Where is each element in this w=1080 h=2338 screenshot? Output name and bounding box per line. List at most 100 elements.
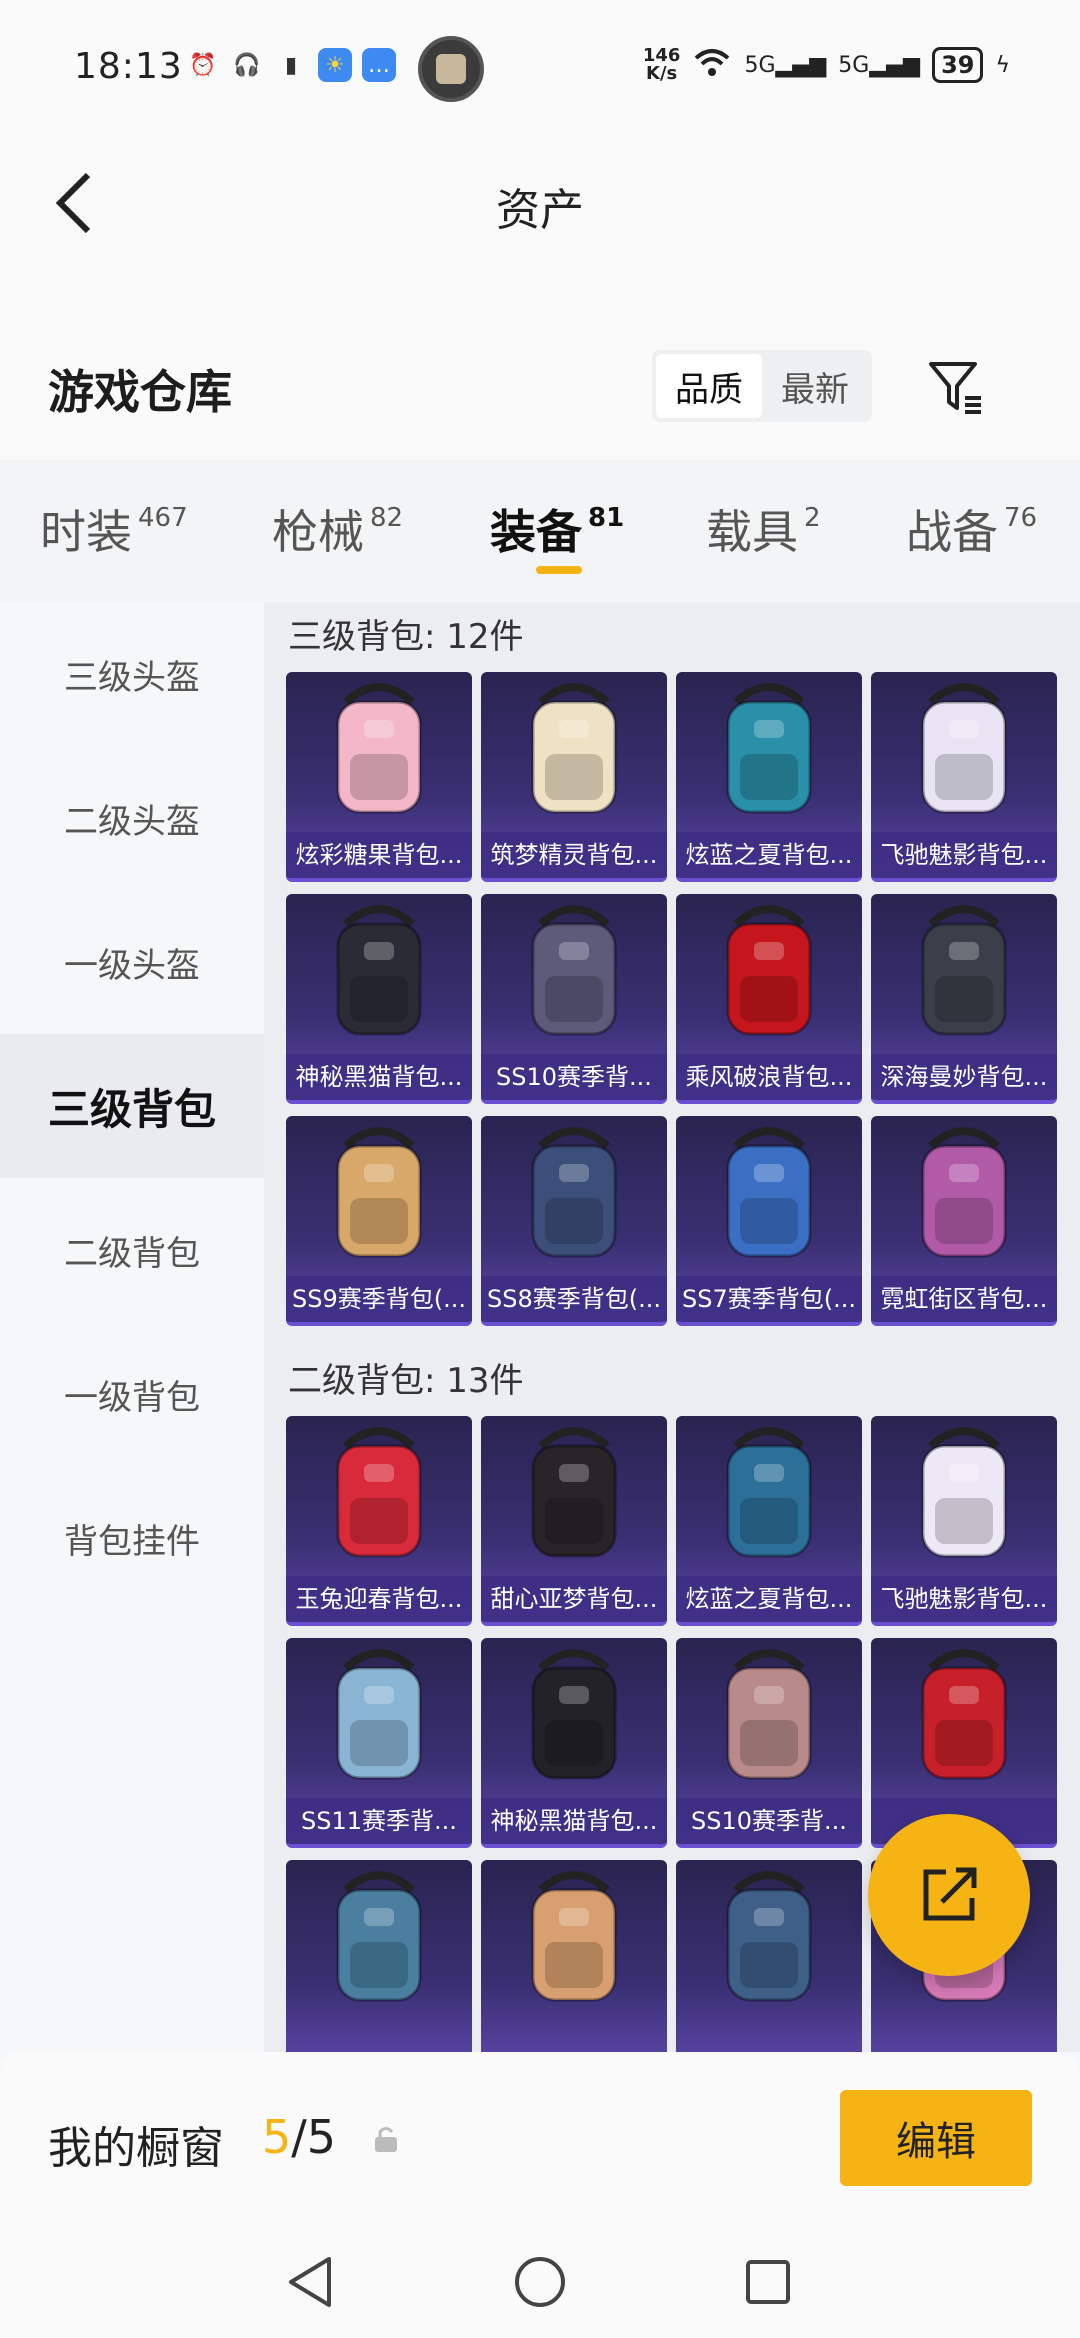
battery-saver-icon: ▮: [284, 52, 298, 78]
group-title: 三级背包: 12件: [288, 617, 524, 657]
item-name: 甜心亚梦背包...: [481, 1576, 667, 1622]
showcase-label: 我的橱窗: [48, 2123, 224, 2174]
item-name: 神秘黑猫背包...: [481, 1798, 667, 1844]
item-card[interactable]: [676, 1860, 862, 2052]
backpack-icon: [726, 1649, 812, 1780]
backpack-icon: [726, 1427, 812, 1558]
item-name: SS8赛季背包(...: [481, 1276, 667, 1322]
tab-fashion[interactable]: 时装 467: [40, 496, 188, 562]
system-nav-bar: [0, 2228, 1080, 2338]
tab-vehicles[interactable]: 载具 2: [706, 496, 821, 562]
message-icon: …: [362, 48, 396, 82]
item-card[interactable]: SS10赛季背...: [481, 894, 667, 1104]
tab-guns[interactable]: 枪械 82: [272, 496, 403, 562]
item-card[interactable]: SS10赛季背...: [676, 1638, 862, 1848]
filter-icon: [929, 362, 981, 414]
tab-equipment[interactable]: 装备 81: [490, 496, 624, 562]
category-tabs: 时装 467 枪械 82 装备 81 载具 2 战备 76: [0, 460, 1080, 602]
item-card[interactable]: 深海曼妙背包...: [871, 894, 1057, 1104]
backpack-icon: [921, 1127, 1007, 1258]
item-name: 霓虹街区背包...: [871, 1276, 1057, 1322]
item-card[interactable]: 飞驰魅影背包...: [871, 1416, 1057, 1626]
status-time: 18:13: [74, 46, 183, 87]
showcase-count: 5/5: [262, 2110, 337, 2164]
status-bar: 18:13 ⏰ 🎧 ▮ ☀ … 146 K/s 5G▂▄▆ 5G▂▄▆ 39 ϟ: [0, 0, 1080, 130]
nav-home-button[interactable]: [510, 2252, 570, 2312]
item-card[interactable]: 炫蓝之夏背包...: [676, 672, 862, 882]
item-card[interactable]: 玉兔迎春背包...: [286, 1416, 472, 1626]
sidebar-item-helmet-3[interactable]: 三级头盔: [0, 602, 264, 746]
wifi-icon: [692, 46, 732, 84]
item-name: 深海曼妙背包...: [871, 1054, 1057, 1100]
backpack-icon: [336, 1871, 422, 2002]
nav-back-button[interactable]: [280, 2252, 340, 2312]
filter-button[interactable]: [920, 352, 990, 420]
item-card[interactable]: 乘风破浪背包...: [676, 894, 862, 1104]
header: 资产: [0, 130, 1080, 280]
backpack-icon: [726, 905, 812, 1036]
item-card[interactable]: 筑梦精灵背包...: [481, 672, 667, 882]
share-icon: [923, 1867, 977, 1921]
sidebar-item-pendant[interactable]: 背包挂件: [0, 1466, 264, 1610]
sidebar-item-backpack-1[interactable]: 一级背包: [0, 1322, 264, 1466]
item-name: SS11赛季背...: [286, 1798, 472, 1844]
triangle-back-icon: [289, 2257, 331, 2307]
share-button[interactable]: [868, 1814, 1030, 1976]
showcase-bar: 我的橱窗 5/5 编辑: [0, 2052, 1080, 2228]
tab-supplies[interactable]: 战备 76: [906, 496, 1037, 562]
item-name: 筑梦精灵背包...: [481, 832, 667, 878]
backpack-icon: [531, 905, 617, 1036]
headphones-icon: 🎧: [233, 52, 261, 78]
charging-icon: ϟ: [995, 52, 1010, 78]
backpack-icon: [726, 1127, 812, 1258]
backpack-icon: [336, 1649, 422, 1780]
backpack-icon: [531, 1427, 617, 1558]
backpack-icon: [531, 1649, 617, 1780]
backpack-icon: [531, 1127, 617, 1258]
backpack-icon: [921, 1427, 1007, 1558]
nav-recents-button[interactable]: [738, 2252, 798, 2312]
item-card[interactable]: 炫蓝之夏背包...: [676, 1416, 862, 1626]
item-card[interactable]: 甜心亚梦背包...: [481, 1416, 667, 1626]
edit-button[interactable]: 编辑: [840, 2090, 1032, 2186]
item-name: SS9赛季背包(...: [286, 1276, 472, 1322]
item-card[interactable]: SS7赛季背包(...: [676, 1116, 862, 1326]
item-card[interactable]: 霓虹街区背包...: [871, 1116, 1057, 1326]
item-name: SS7赛季背包(...: [676, 1276, 862, 1322]
backpack-icon: [921, 683, 1007, 814]
item-card[interactable]: 神秘黑猫背包...: [481, 1638, 667, 1848]
sidebar-item-helmet-1[interactable]: 一级头盔: [0, 890, 264, 1034]
item-name: SS10赛季背...: [676, 1798, 862, 1844]
item-name: 炫蓝之夏背包...: [676, 832, 862, 878]
lock-icon: [372, 2124, 400, 2158]
backpack-icon: [336, 683, 422, 814]
backpack-icon: [921, 1649, 1007, 1780]
backpack-icon: [531, 1871, 617, 2002]
item-card[interactable]: [286, 1860, 472, 2052]
item-card[interactable]: 神秘黑猫背包...: [286, 894, 472, 1104]
signal-icon: 5G▂▄▆: [744, 52, 827, 78]
item-card[interactable]: SS8赛季背包(...: [481, 1116, 667, 1326]
sort-quality[interactable]: 品质: [656, 354, 762, 418]
sidebar: 三级头盔 二级头盔 一级头盔 三级背包 二级背包 一级背包 背包挂件: [0, 602, 264, 2052]
weather-icon: ☀: [318, 48, 352, 82]
backpack-icon: [726, 683, 812, 814]
item-name: 飞驰魅影背包...: [871, 832, 1057, 878]
sidebar-item-helmet-2[interactable]: 二级头盔: [0, 746, 264, 890]
status-icons: ⏰ 🎧 ▮ ☀ …: [186, 48, 396, 82]
item-card[interactable]: 炫彩糖果背包...: [286, 672, 472, 882]
item-name: 玉兔迎春背包...: [286, 1576, 472, 1622]
warehouse-bar: 游戏仓库 品质 最新: [0, 280, 1080, 460]
sidebar-item-backpack-2[interactable]: 二级背包: [0, 1178, 264, 1322]
sort-newest[interactable]: 最新: [762, 354, 868, 418]
item-card[interactable]: SS9赛季背包(...: [286, 1116, 472, 1326]
sort-toggle: 品质 最新: [652, 350, 872, 422]
item-card[interactable]: SS11赛季背...: [286, 1638, 472, 1848]
alarm-icon: ⏰: [189, 52, 217, 78]
sidebar-item-backpack-3[interactable]: 三级背包: [0, 1034, 264, 1178]
item-card[interactable]: 飞驰魅影背包...: [871, 672, 1057, 882]
item-name: 乘风破浪背包...: [676, 1054, 862, 1100]
item-card[interactable]: [481, 1860, 667, 2052]
backpack-icon: [336, 1427, 422, 1558]
item-grid: 炫彩糖果背包... 筑梦精灵背包... 炫蓝之夏背包... 飞驰魅影背包... 神秘黑猫…: [264, 672, 1080, 1326]
